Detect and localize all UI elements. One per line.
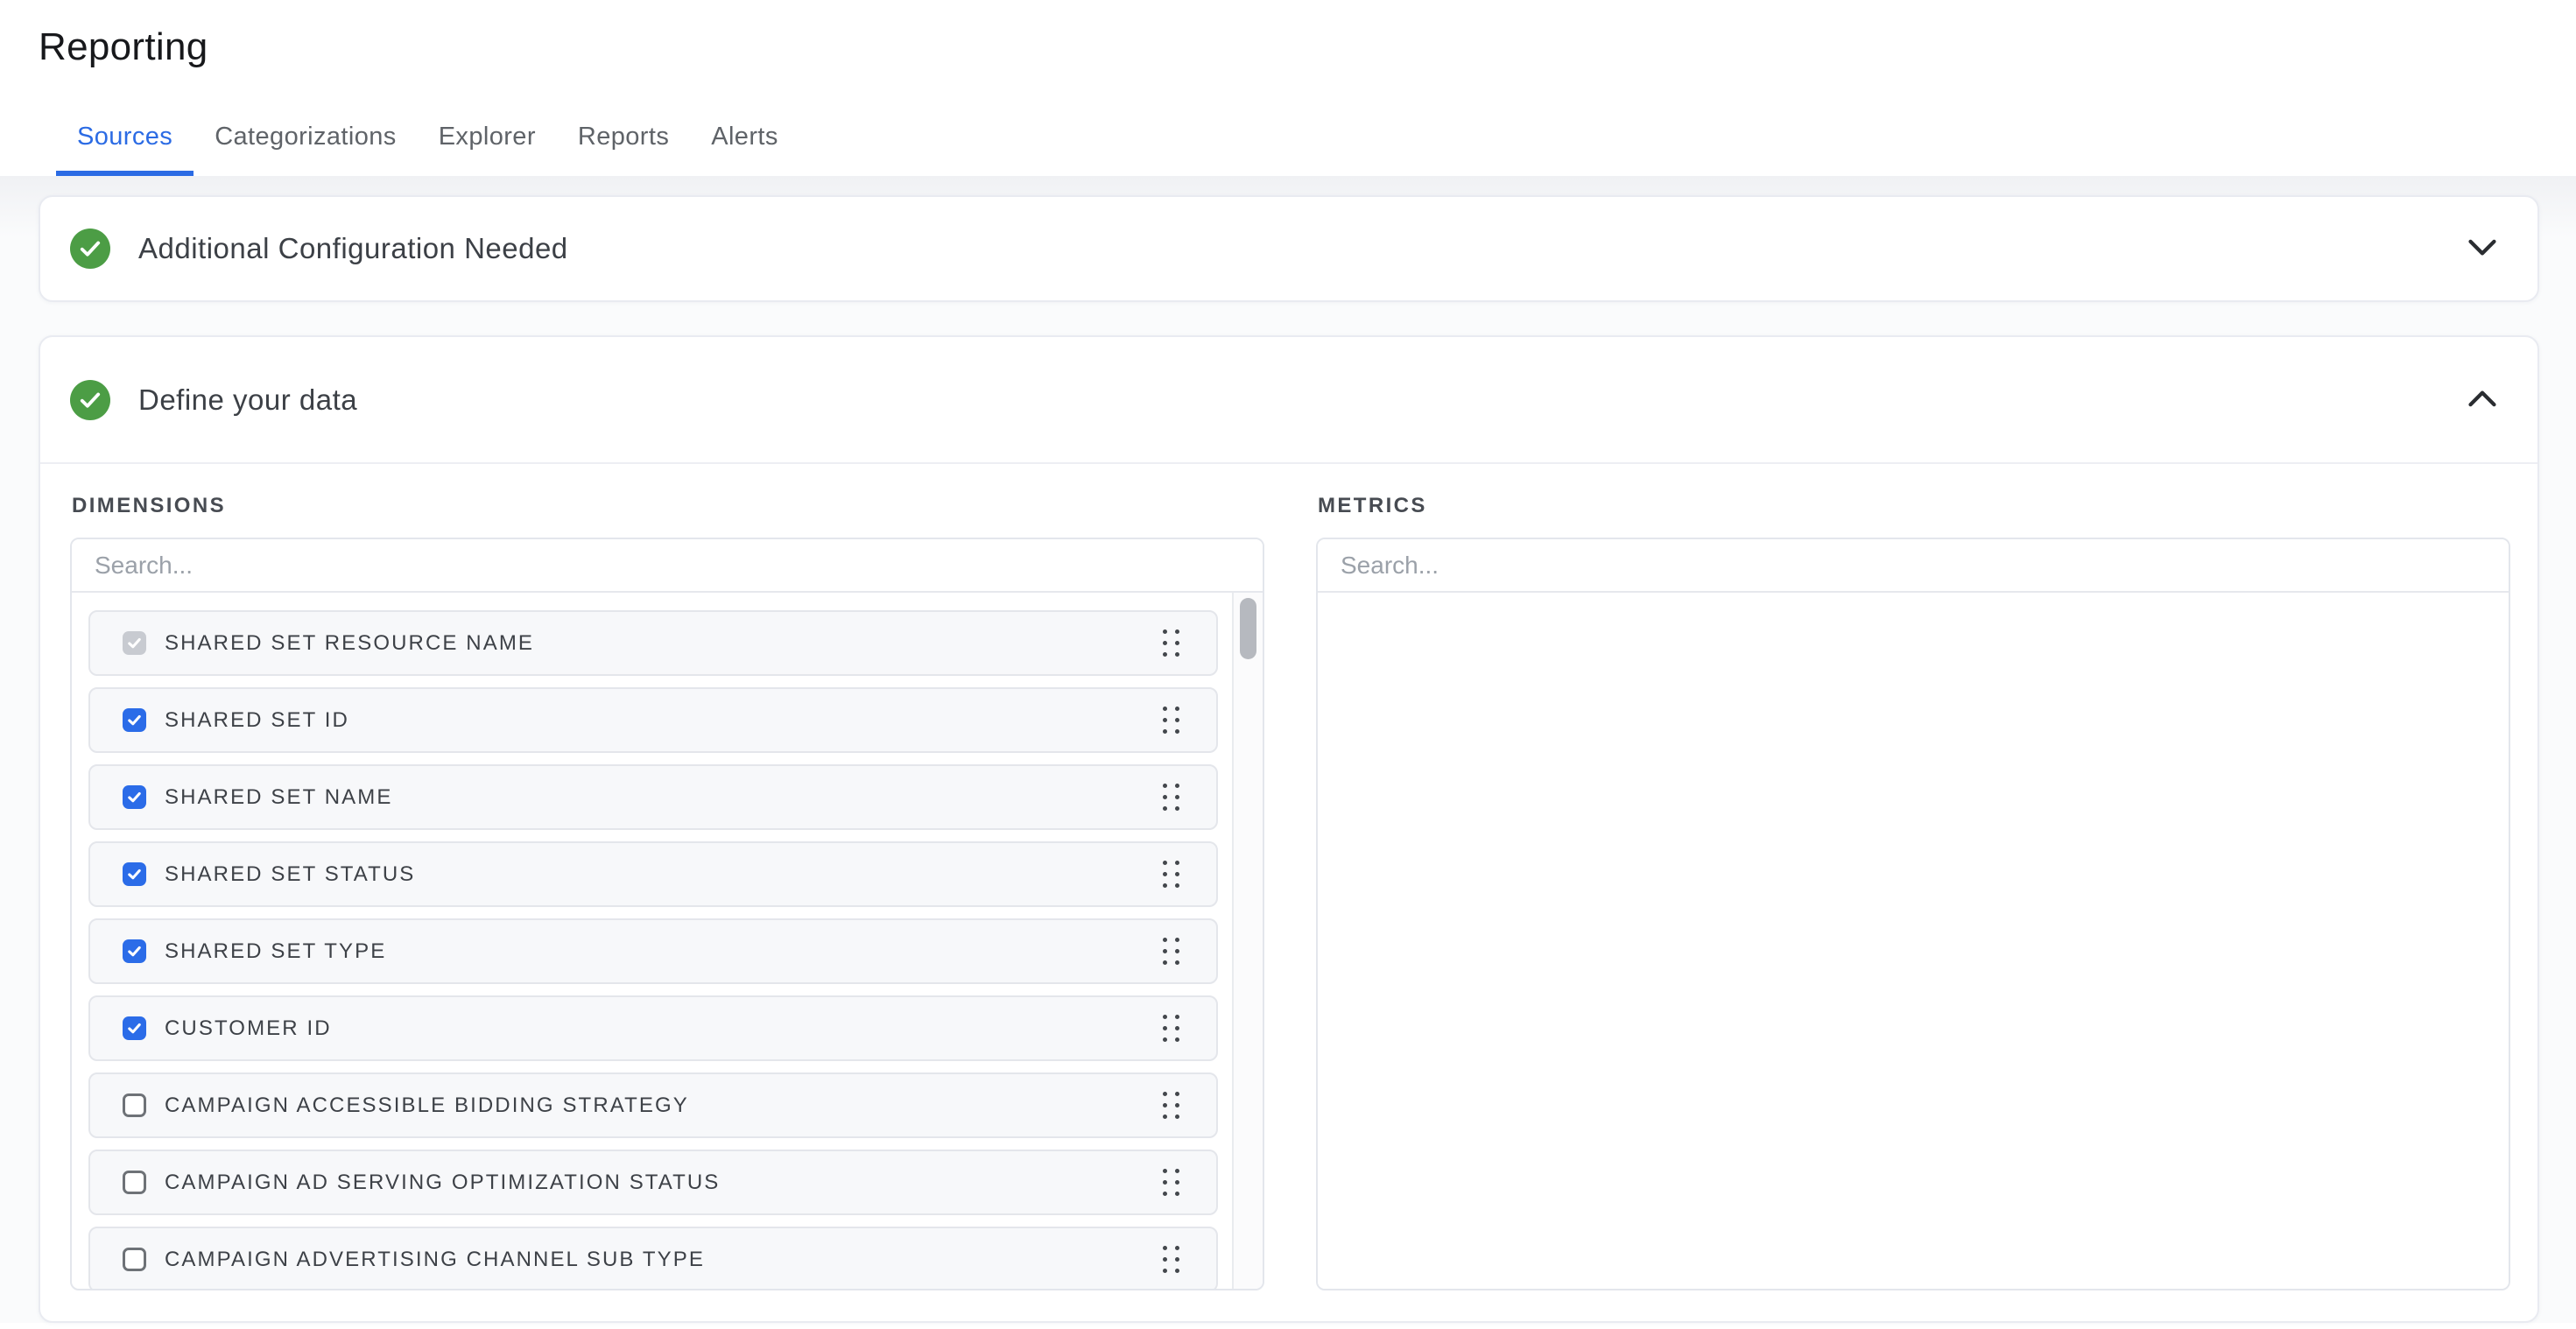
tab-bar: SourcesCategorizationsExplorerReportsAle… [39, 109, 2576, 176]
dimensions-list: SHARED SET RESOURCE NAME SHARED SET ID S… [72, 593, 1232, 1289]
scrollbar-thumb[interactable] [1240, 598, 1256, 659]
top-bar: Reporting SourcesCategorizationsExplorer… [0, 0, 2576, 176]
dimension-row-label: SHARED SET ID [165, 708, 349, 733]
drag-handle-icon[interactable] [1158, 1164, 1185, 1201]
collapse-card-button[interactable] [2462, 384, 2502, 415]
card-define-your-data: Define your data DIMENSIONS [39, 335, 2539, 1323]
dimension-row-label: CAMPAIGN ADVERTISING CHANNEL SUB TYPE [165, 1248, 705, 1272]
tab-sources[interactable]: Sources [56, 109, 194, 176]
dimension-checkbox[interactable] [123, 785, 146, 809]
dimension-row[interactable]: SHARED SET RESOURCE NAME [88, 610, 1218, 676]
check-circle-icon [70, 229, 110, 269]
check-circle-icon [70, 380, 110, 420]
tab-categorizations[interactable]: Categorizations [194, 109, 418, 176]
dimensions-label: DIMENSIONS [72, 494, 1264, 518]
card-title: Define your data [138, 383, 2462, 417]
metrics-panel [1316, 538, 2510, 1290]
tab-explorer[interactable]: Explorer [418, 109, 557, 176]
dimension-row[interactable]: CAMPAIGN ADVERTISING CHANNEL SUB TYPE [88, 1227, 1218, 1289]
drag-handle-icon[interactable] [1158, 1241, 1185, 1278]
metrics-label: METRICS [1318, 494, 2510, 518]
page-title: Reporting [39, 25, 2576, 70]
card-additional-configuration[interactable]: Additional Configuration Needed [39, 195, 2539, 302]
tab-reports[interactable]: Reports [557, 109, 690, 176]
chevron-down-icon [2467, 239, 2497, 259]
dimension-row[interactable]: SHARED SET STATUS [88, 841, 1218, 907]
drag-handle-icon[interactable] [1158, 701, 1185, 739]
dimension-row[interactable]: CAMPAIGN AD SERVING OPTIMIZATION STATUS [88, 1150, 1218, 1215]
dimension-checkbox[interactable] [123, 708, 146, 732]
dimensions-column: DIMENSIONS SHARED SET RESOURCE NAME SHAR… [70, 494, 1264, 1290]
dimension-row-label: SHARED SET TYPE [165, 939, 386, 964]
drag-handle-icon[interactable] [1158, 778, 1185, 816]
dimension-row[interactable]: SHARED SET ID [88, 687, 1218, 753]
dimension-checkbox[interactable] [123, 1016, 146, 1040]
dimension-row[interactable]: CAMPAIGN ACCESSIBLE BIDDING STRATEGY [88, 1072, 1218, 1138]
dimension-row-label: SHARED SET STATUS [165, 862, 415, 887]
drag-handle-icon[interactable] [1158, 932, 1185, 970]
drag-handle-icon[interactable] [1158, 1086, 1185, 1124]
metrics-search-input[interactable] [1318, 539, 2509, 593]
dimensions-search-input[interactable] [72, 539, 1263, 593]
dimension-checkbox[interactable] [123, 1248, 146, 1271]
metrics-column: METRICS [1316, 494, 2510, 1290]
dimensions-panel-body: SHARED SET RESOURCE NAME SHARED SET ID S… [72, 593, 1263, 1289]
dimension-row-label: CAMPAIGN ACCESSIBLE BIDDING STRATEGY [165, 1093, 689, 1118]
metrics-list [1318, 593, 2509, 1289]
dimension-row-label: CAMPAIGN AD SERVING OPTIMIZATION STATUS [165, 1171, 720, 1195]
dimension-checkbox[interactable] [123, 862, 146, 886]
dimension-row-label: SHARED SET RESOURCE NAME [165, 631, 534, 656]
drag-handle-icon[interactable] [1158, 624, 1185, 662]
dimension-checkbox[interactable] [123, 1093, 146, 1117]
drag-handle-icon[interactable] [1158, 1009, 1185, 1047]
drag-handle-icon[interactable] [1158, 855, 1185, 893]
dimension-row-label: CUSTOMER ID [165, 1016, 332, 1041]
dimension-checkbox[interactable] [123, 1171, 146, 1194]
dimensions-scrollbar[interactable] [1232, 593, 1263, 1289]
card-define-your-data-header[interactable]: Define your data [40, 337, 2537, 464]
cards-section: Additional Configuration Needed Define y… [0, 176, 2576, 1323]
tab-alerts[interactable]: Alerts [690, 109, 799, 176]
dimension-row[interactable]: CUSTOMER ID [88, 995, 1218, 1061]
define-data-body: DIMENSIONS SHARED SET RESOURCE NAME SHAR… [40, 464, 2537, 1290]
expand-card-button[interactable] [2462, 234, 2502, 264]
chevron-up-icon [2467, 390, 2497, 410]
dimension-row[interactable]: SHARED SET TYPE [88, 918, 1218, 984]
dimension-row[interactable]: SHARED SET NAME [88, 764, 1218, 830]
dimension-checkbox[interactable] [123, 939, 146, 963]
dimension-row-label: SHARED SET NAME [165, 785, 392, 810]
card-title: Additional Configuration Needed [138, 232, 2462, 265]
dimension-checkbox[interactable] [123, 631, 146, 655]
dimensions-panel: SHARED SET RESOURCE NAME SHARED SET ID S… [70, 538, 1264, 1290]
